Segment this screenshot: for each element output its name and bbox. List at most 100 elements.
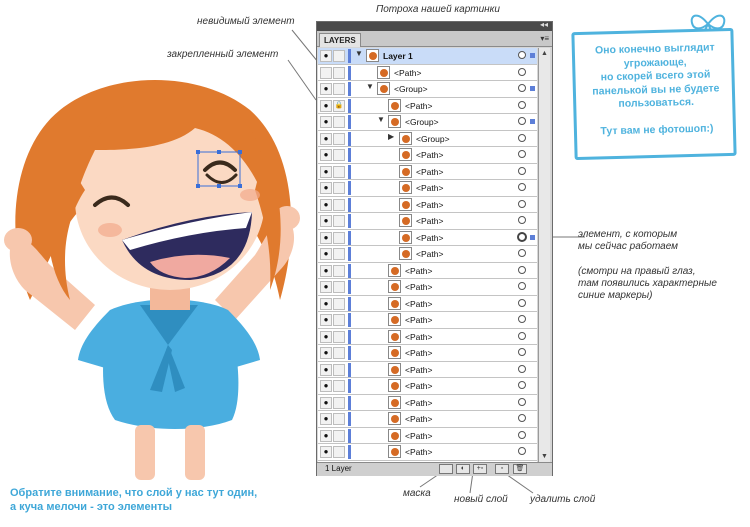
target-circle-icon[interactable] [518,51,526,59]
visibility-toggle[interactable]: ● [320,264,332,277]
visibility-toggle[interactable]: ● [320,132,332,145]
lock-toggle[interactable] [333,429,345,442]
clipping-mask-button[interactable]: ◐ [456,464,470,474]
layer-row[interactable]: ● <Path> [318,262,537,279]
visibility-toggle[interactable]: ● [320,380,332,392]
lock-toggle[interactable] [333,198,345,211]
lock-toggle[interactable] [333,50,345,62]
visibility-toggle[interactable]: ● [320,314,332,326]
visibility-toggle[interactable]: ● [320,413,332,425]
layer-name[interactable]: <Group> [405,116,439,128]
selection-marker[interactable] [530,119,535,124]
target-circle-icon[interactable] [518,331,526,340]
lock-toggle[interactable] [333,347,345,359]
layer-name[interactable]: <Path> [405,430,432,442]
target-circle-icon[interactable] [518,397,526,406]
scroll-down-icon[interactable]: ▼ [540,452,549,461]
layer-name[interactable]: <Path> [416,166,443,178]
layer-row[interactable]: ● <Path> [318,394,537,411]
visibility-toggle[interactable]: ● [320,446,332,458]
layer-name[interactable]: <Group> [394,83,428,95]
lock-toggle[interactable] [333,248,345,260]
new-sublayer-button[interactable]: +▫ [473,464,487,474]
layer-name[interactable]: <Path> [405,298,432,310]
lock-toggle[interactable] [333,314,345,326]
lock-toggle[interactable] [333,215,345,227]
layer-row[interactable]: ● <Path> [318,180,537,197]
lock-toggle[interactable] [333,363,345,376]
layer-row[interactable]: ● <Path> [318,378,537,395]
layer-row[interactable]: ● <Path> [318,345,537,362]
target-circle-icon[interactable] [518,100,526,109]
layer-row[interactable]: ● <Path> [318,147,537,164]
visibility-toggle[interactable]: ● [320,231,332,244]
visibility-toggle[interactable]: ● [320,50,332,62]
layer-row[interactable]: ● 🔒 <Path> [318,97,537,114]
target-circle-icon[interactable] [518,298,526,307]
lock-toggle[interactable] [333,231,345,244]
target-circle-icon[interactable] [518,199,526,208]
target-circle-icon[interactable] [518,315,526,323]
layer-row[interactable]: ● <Path> [318,361,537,378]
visibility-toggle[interactable]: ● [320,182,332,194]
expand-triangle-icon[interactable]: ▶ [388,132,394,141]
layer-row[interactable]: ● <Path> [318,295,537,312]
visibility-toggle[interactable]: ● [320,116,332,128]
visibility-toggle[interactable]: ● [320,429,332,442]
target-circle-icon[interactable] [518,430,526,439]
layer-name[interactable]: <Path> [405,281,432,293]
layer-name[interactable]: <Path> [405,314,432,326]
layer-name[interactable]: <Path> [405,364,432,376]
target-circle-icon[interactable] [518,381,526,389]
target-circle-icon[interactable] [518,166,526,175]
visibility-toggle[interactable]: ● [320,396,332,409]
target-circle-icon[interactable] [518,183,526,191]
layer-name[interactable]: <Path> [405,380,432,392]
tab-layers[interactable]: LAYERS [319,33,361,47]
target-circle-icon[interactable] [518,133,526,142]
layer-name[interactable]: <Path> [405,100,432,112]
lock-toggle[interactable] [333,165,345,178]
target-circle-icon[interactable] [518,348,526,356]
scrollbar[interactable]: ▲ ▼ [538,48,550,462]
collapse-triangle-icon[interactable]: ▼ [355,49,363,58]
target-circle-icon[interactable] [518,282,526,290]
layer-row[interactable]: ● <Path> [318,246,537,263]
layer-row[interactable]: ● <Path> [318,328,537,345]
visibility-toggle[interactable]: ● [320,99,332,112]
delete-layer-button[interactable]: 🗑 [513,464,527,474]
layer-name[interactable]: <Path> [405,347,432,359]
layer-row[interactable]: ● ▼ Layer 1 [318,48,537,65]
layer-name[interactable]: <Group> [416,133,450,145]
lock-toggle[interactable] [333,66,345,79]
selection-marker[interactable] [530,234,535,240]
visibility-toggle[interactable]: ● [320,330,332,343]
locate-object-button[interactable] [439,464,453,474]
lock-toggle[interactable] [333,132,345,145]
target-circle-icon[interactable] [518,265,526,274]
panel-titlebar[interactable]: ◂◂ [317,20,552,31]
target-circle-icon[interactable] [518,414,526,422]
layer-row[interactable]: ● <Path> [318,279,537,296]
layer-row[interactable]: ● <Path> [318,196,537,213]
lock-toggle[interactable] [333,264,345,277]
panel-menu-icon[interactable]: ▾≡ [540,34,549,43]
selection-marker[interactable] [530,53,535,58]
new-layer-button[interactable]: ▫ [495,464,509,474]
lock-toggle[interactable] [333,297,345,310]
lock-toggle[interactable] [333,83,345,95]
layer-row[interactable]: ● <Path> [318,411,537,428]
visibility-toggle[interactable]: ● [320,281,332,293]
layer-name[interactable]: <Path> [416,232,443,244]
layer-row[interactable]: ● <Path> [318,213,537,230]
layer-row[interactable]: ● ▶ <Group> [318,130,537,147]
target-circle-icon[interactable] [518,84,526,92]
layer-name[interactable]: <Path> [405,331,432,343]
lock-toggle[interactable] [333,396,345,409]
lock-toggle[interactable] [333,330,345,343]
visibility-toggle[interactable]: ● [320,83,332,95]
layer-name[interactable]: <Path> [405,413,432,425]
target-circle-icon[interactable] [518,150,526,158]
layer-row[interactable]: ● <Path> [318,427,537,444]
target-circle-icon[interactable] [517,231,527,242]
